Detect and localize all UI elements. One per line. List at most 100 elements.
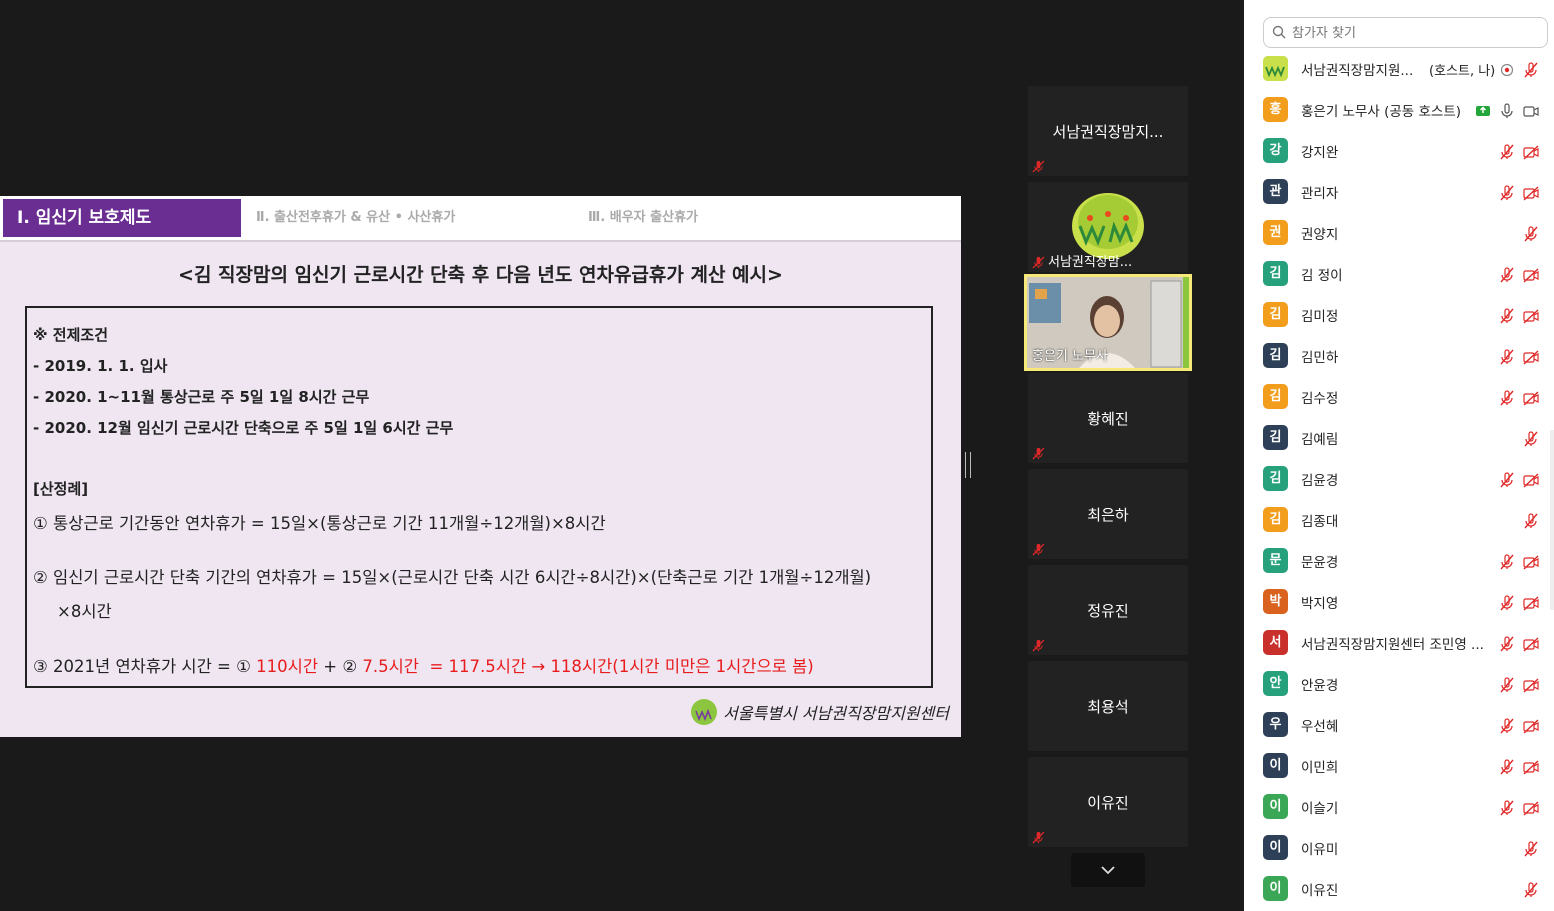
participant-row[interactable]: 홍 홍은기 노무사 (공동 호스트): [1244, 91, 1554, 132]
video-off-icon[interactable]: [1522, 594, 1540, 612]
mic-off-icon[interactable]: [1498, 758, 1516, 776]
participant-thumbnail[interactable]: 최용석: [1028, 661, 1188, 751]
participant-name: 김종대: [1301, 514, 1339, 530]
resize-handle[interactable]: [965, 452, 971, 478]
participant-name: 강지완: [1301, 145, 1339, 161]
participant-name: 권양지: [1301, 227, 1339, 243]
mic-icon[interactable]: [1498, 102, 1516, 120]
participant-row[interactable]: 우 우선혜: [1244, 706, 1554, 747]
avatar: 관: [1263, 179, 1288, 204]
avatar: 김: [1263, 425, 1288, 450]
participant-thumbnail[interactable]: 서남권직장맘...: [1028, 182, 1188, 272]
calc-line-1: ① 통상근로 기간동안 연차휴가 = 15일×(통상근로 기간 11개월÷12개…: [33, 514, 606, 533]
avatar: 강: [1263, 138, 1288, 163]
thumbnail-name: 서남권직장맘지...: [1052, 123, 1164, 141]
video-off-icon[interactable]: [1522, 717, 1540, 735]
mic-off-icon[interactable]: [1498, 471, 1516, 489]
participant-row[interactable]: 김 김미정: [1244, 296, 1554, 337]
participant-row[interactable]: 서남권직장맘지원... (호스트, 나): [1244, 50, 1554, 91]
participant-role: (호스트, 나): [1429, 64, 1496, 79]
participant-thumbnail[interactable]: 황혜진: [1028, 373, 1188, 463]
mic-off-icon[interactable]: [1522, 881, 1540, 899]
participant-row[interactable]: 문 문윤경: [1244, 542, 1554, 583]
video-off-icon[interactable]: [1522, 799, 1540, 817]
participant-name: 이유미: [1301, 842, 1339, 858]
participant-row[interactable]: 김 김예림: [1244, 419, 1554, 460]
panel-scrollbar[interactable]: [1550, 430, 1554, 610]
share-icon[interactable]: [1474, 102, 1492, 120]
mic-off-icon[interactable]: [1498, 184, 1516, 202]
mic-off-icon[interactable]: [1522, 840, 1540, 858]
avatar: 김: [1263, 261, 1288, 286]
participant-thumbnail[interactable]: 정유진: [1028, 565, 1188, 655]
participant-row[interactable]: 김 김종대: [1244, 501, 1554, 542]
mic-off-icon[interactable]: [1498, 307, 1516, 325]
mic-off-icon[interactable]: [1498, 266, 1516, 284]
mic-off-icon[interactable]: [1498, 348, 1516, 366]
video-off-icon[interactable]: [1522, 676, 1540, 694]
participant-search-input[interactable]: [1290, 21, 1544, 45]
mic-muted-icon: [1032, 543, 1045, 556]
video-icon[interactable]: [1522, 102, 1540, 120]
mic-off-icon[interactable]: [1522, 430, 1540, 448]
avatar: 이: [1263, 876, 1288, 901]
mic-muted-icon: [1032, 639, 1045, 652]
video-off-icon[interactable]: [1522, 307, 1540, 325]
calc-3-value-2: 7.5시간: [362, 657, 419, 676]
video-off-icon[interactable]: [1522, 389, 1540, 407]
participant-row[interactable]: 이 이유미: [1244, 829, 1554, 870]
active-speaker-video[interactable]: 홍은기 노무사: [1024, 274, 1192, 371]
participant-name: 이슬기: [1301, 801, 1339, 817]
mic-off-icon[interactable]: [1498, 594, 1516, 612]
participant-name: 안윤경: [1301, 678, 1339, 694]
participant-row[interactable]: 김 김윤경: [1244, 460, 1554, 501]
participant-thumbnail[interactable]: 이유진: [1028, 757, 1188, 847]
mic-off-icon[interactable]: [1498, 676, 1516, 694]
video-off-icon[interactable]: [1522, 143, 1540, 161]
mic-off-icon[interactable]: [1498, 553, 1516, 571]
avatar: 박: [1263, 589, 1288, 614]
video-off-icon[interactable]: [1522, 348, 1540, 366]
participant-row[interactable]: 김 김수정: [1244, 378, 1554, 419]
record-icon[interactable]: [1498, 61, 1516, 79]
mic-off-icon[interactable]: [1498, 799, 1516, 817]
mic-off-icon[interactable]: [1498, 143, 1516, 161]
participant-row[interactable]: 김 김민하: [1244, 337, 1554, 378]
mic-off-icon[interactable]: [1498, 389, 1516, 407]
thumbnail-scroll-down-button[interactable]: [1071, 853, 1145, 887]
participant-row[interactable]: 김 김 정이: [1244, 255, 1554, 296]
participant-row[interactable]: 안 안윤경: [1244, 665, 1554, 706]
condition-line: - 2020. 1~11월 통상근로 주 5일 1일 8시간 근무: [33, 388, 370, 406]
avatar: 문: [1263, 548, 1288, 573]
calc-3-prefix: ③ 2021년 연차휴가 시간 = ①: [33, 657, 257, 676]
participant-row[interactable]: 서 서남권직장맘지원센터 조민영 ...: [1244, 624, 1554, 665]
slide-tab-maternity-leave: Ⅱ. 출산전후휴가 & 유산 • 사산휴가: [256, 210, 456, 225]
video-off-icon[interactable]: [1522, 266, 1540, 284]
avatar: 이: [1263, 753, 1288, 778]
shared-screen-slide: Ⅰ. 임신기 보호제도 Ⅱ. 출산전후휴가 & 유산 • 사산휴가 Ⅲ. 배우자…: [0, 196, 961, 737]
video-off-icon[interactable]: [1522, 553, 1540, 571]
participant-row[interactable]: 박 박지영: [1244, 583, 1554, 624]
calc-line-2-cont: ×8시간: [57, 602, 112, 621]
participant-row[interactable]: 이 이슬기: [1244, 788, 1554, 829]
video-off-icon[interactable]: [1522, 635, 1540, 653]
video-off-icon[interactable]: [1522, 758, 1540, 776]
participant-row[interactable]: 권 권양지: [1244, 214, 1554, 255]
participant-name: 이유진: [1301, 883, 1339, 899]
participant-row[interactable]: 이 이유진: [1244, 870, 1554, 911]
mic-off-icon[interactable]: [1522, 61, 1540, 79]
slide-title: <김 직장맘의 임신기 근로시간 단축 후 다음 년도 연차유급휴가 계산 예시…: [178, 264, 783, 286]
calc-3-result: = 117.5시간 → 118시간(1시간 미만은 1시간으로 봄): [418, 657, 814, 676]
participant-search-box[interactable]: [1263, 17, 1548, 48]
participant-row[interactable]: 관 관리자: [1244, 173, 1554, 214]
participant-thumbnail[interactable]: 최은하: [1028, 469, 1188, 559]
mic-off-icon[interactable]: [1498, 635, 1516, 653]
mic-off-icon[interactable]: [1522, 225, 1540, 243]
participant-row[interactable]: 이 이민희: [1244, 747, 1554, 788]
mic-off-icon[interactable]: [1522, 512, 1540, 530]
video-off-icon[interactable]: [1522, 184, 1540, 202]
participant-row[interactable]: 강 강지완: [1244, 132, 1554, 173]
mic-off-icon[interactable]: [1498, 717, 1516, 735]
participant-thumbnail[interactable]: 서남권직장맘지...: [1028, 86, 1188, 176]
video-off-icon[interactable]: [1522, 471, 1540, 489]
